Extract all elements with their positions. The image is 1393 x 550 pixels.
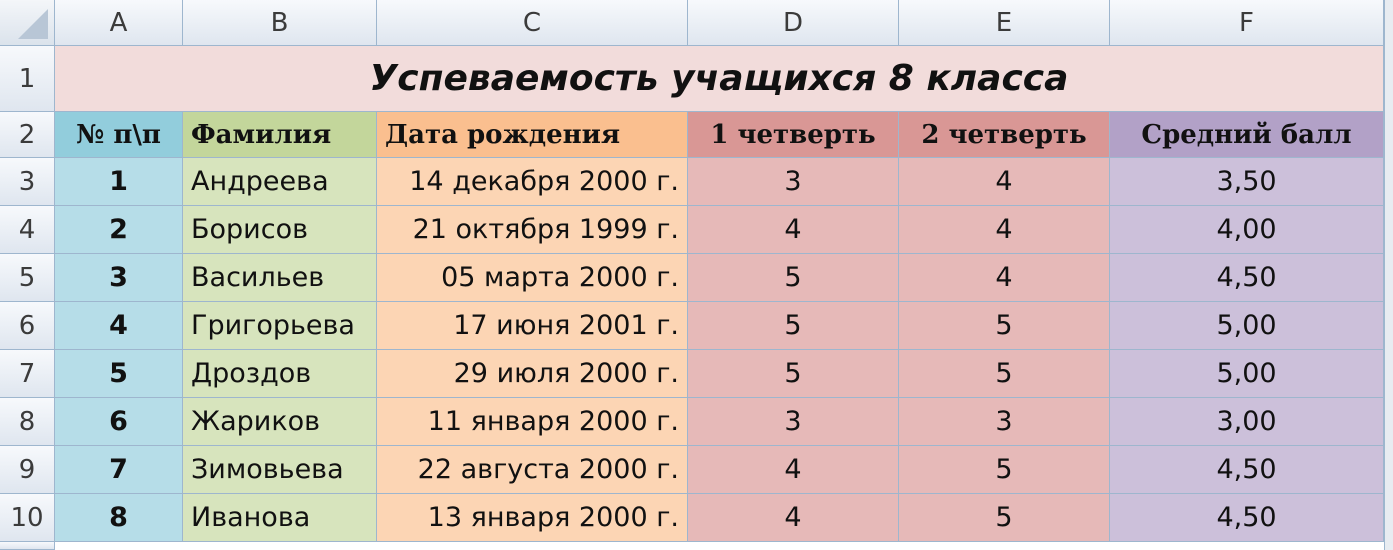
row-header-11[interactable] (0, 542, 55, 550)
cell-average[interactable]: 4,50 (1110, 254, 1384, 302)
column-header-b[interactable]: B (183, 0, 377, 46)
row-header-10[interactable]: 10 (0, 494, 55, 542)
cell-quarter-2[interactable]: 5 (899, 302, 1110, 350)
header-cell-birthdate[interactable]: Дата рождения (377, 112, 688, 158)
scroll-rail (1384, 446, 1393, 494)
cell-number[interactable]: 4 (55, 302, 183, 350)
cell-number[interactable]: 3 (55, 254, 183, 302)
spreadsheet-grid: A B C D E F 1 Успеваемость учащихся 8 кл… (0, 0, 1393, 550)
header-cell-average[interactable]: Средний балл (1110, 112, 1384, 158)
cell-quarter-1[interactable]: 3 (688, 398, 899, 446)
scroll-rail (1384, 112, 1393, 158)
select-all-icon (18, 9, 48, 39)
cell-quarter-2[interactable]: 5 (899, 350, 1110, 398)
cell-average[interactable]: 3,00 (1110, 398, 1384, 446)
cell-number[interactable]: 6 (55, 398, 183, 446)
cell-quarter-1[interactable]: 3 (688, 158, 899, 206)
scroll-rail (1384, 302, 1393, 350)
row-header-2[interactable]: 2 (0, 112, 55, 158)
cell-surname[interactable]: Дроздов (183, 350, 377, 398)
cell-number[interactable]: 1 (55, 158, 183, 206)
row-header-3[interactable]: 3 (0, 158, 55, 206)
scroll-rail (1384, 46, 1393, 112)
cell-birthdate[interactable]: 22 августа 2000 г. (377, 446, 688, 494)
cell-surname[interactable]: Жариков (183, 398, 377, 446)
cell-quarter-2[interactable]: 3 (899, 398, 1110, 446)
scroll-rail (1384, 158, 1393, 206)
cell-average[interactable]: 4,00 (1110, 206, 1384, 254)
column-header-a[interactable]: A (55, 0, 183, 46)
cell-quarter-1[interactable]: 5 (688, 302, 899, 350)
cell-average[interactable]: 4,50 (1110, 494, 1384, 542)
select-all-button[interactable] (0, 0, 55, 46)
cell-birthdate[interactable]: 29 июля 2000 г. (377, 350, 688, 398)
cell-surname[interactable]: Борисов (183, 206, 377, 254)
cell-quarter-2[interactable]: 5 (899, 494, 1110, 542)
cell-average[interactable]: 5,00 (1110, 350, 1384, 398)
cell-average[interactable]: 4,50 (1110, 446, 1384, 494)
cell-quarter-2[interactable]: 4 (899, 206, 1110, 254)
cell-birthdate[interactable]: 21 октября 1999 г. (377, 206, 688, 254)
scroll-rail (1384, 206, 1393, 254)
cell-average[interactable]: 5,00 (1110, 302, 1384, 350)
cell-quarter-2[interactable]: 4 (899, 158, 1110, 206)
cell-quarter-2[interactable]: 4 (899, 254, 1110, 302)
cell-birthdate[interactable]: 11 января 2000 г. (377, 398, 688, 446)
cell-birthdate[interactable]: 13 января 2000 г. (377, 494, 688, 542)
cell-birthdate[interactable]: 17 июня 2001 г. (377, 302, 688, 350)
cell-surname[interactable]: Григорьева (183, 302, 377, 350)
cell-quarter-1[interactable]: 5 (688, 350, 899, 398)
cell-number[interactable]: 5 (55, 350, 183, 398)
cell-quarter-2[interactable]: 5 (899, 446, 1110, 494)
row-header-4[interactable]: 4 (0, 206, 55, 254)
row-header-1[interactable]: 1 (0, 46, 55, 112)
cell-surname[interactable]: Зимовьева (183, 446, 377, 494)
cell-quarter-1[interactable]: 5 (688, 254, 899, 302)
cell-birthdate[interactable]: 14 декабря 2000 г. (377, 158, 688, 206)
row-header-7[interactable]: 7 (0, 350, 55, 398)
cell-surname[interactable]: Иванова (183, 494, 377, 542)
cell-number[interactable]: 8 (55, 494, 183, 542)
header-cell-surname[interactable]: Фамилия (183, 112, 377, 158)
row-header-8[interactable]: 8 (0, 398, 55, 446)
sheet-title-cell[interactable]: Успеваемость учащихся 8 класса (55, 46, 1384, 112)
cell-quarter-1[interactable]: 4 (688, 206, 899, 254)
cell-birthdate[interactable]: 05 марта 2000 г. (377, 254, 688, 302)
cell-number[interactable]: 7 (55, 446, 183, 494)
cell-quarter-1[interactable]: 4 (688, 446, 899, 494)
cell-average[interactable]: 3,50 (1110, 158, 1384, 206)
column-header-c[interactable]: C (377, 0, 688, 46)
cell-quarter-1[interactable]: 4 (688, 494, 899, 542)
header-cell-quarter-2[interactable]: 2 четверть (899, 112, 1110, 158)
header-cell-quarter-1[interactable]: 1 четверть (688, 112, 899, 158)
scroll-rail (1384, 494, 1393, 542)
row-header-9[interactable]: 9 (0, 446, 55, 494)
empty-cell[interactable] (55, 542, 1384, 550)
cell-number[interactable]: 2 (55, 206, 183, 254)
cell-surname[interactable]: Андреева (183, 158, 377, 206)
vertical-scrollbar-edge[interactable] (1384, 0, 1393, 46)
row-header-6[interactable]: 6 (0, 302, 55, 350)
scroll-rail (1384, 254, 1393, 302)
scroll-rail (1384, 350, 1393, 398)
header-cell-number[interactable]: № п\п (55, 112, 183, 158)
row-header-5[interactable]: 5 (0, 254, 55, 302)
column-header-d[interactable]: D (688, 0, 899, 46)
column-header-f[interactable]: F (1110, 0, 1384, 46)
column-header-e[interactable]: E (899, 0, 1110, 46)
scroll-rail (1384, 542, 1393, 550)
scroll-rail (1384, 398, 1393, 446)
cell-surname[interactable]: Васильев (183, 254, 377, 302)
